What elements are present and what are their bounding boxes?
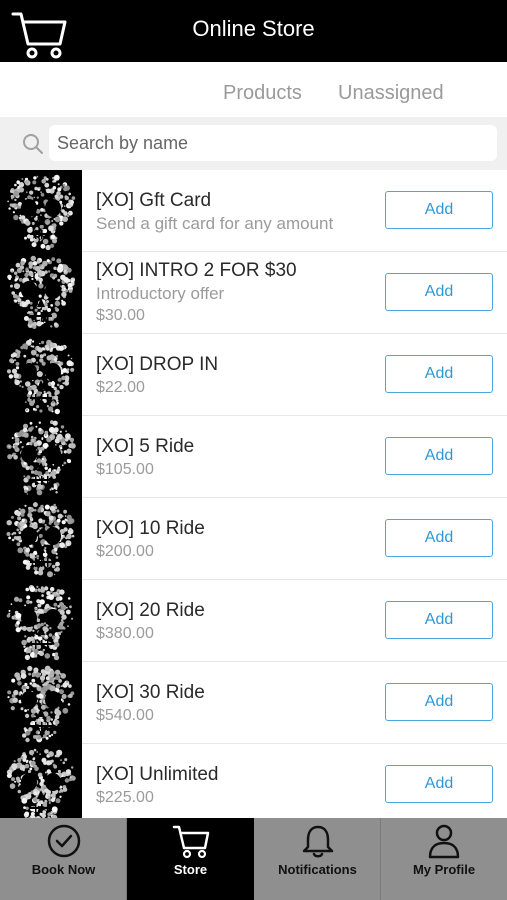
- add-button[interactable]: Add: [385, 437, 493, 475]
- add-button[interactable]: Add: [385, 273, 493, 311]
- tab-notifications[interactable]: Notifications: [254, 818, 381, 900]
- search-bar: [0, 117, 507, 170]
- check-circle-icon: [47, 824, 80, 858]
- product-list: [XO] Gft Card Send a gift card for any am…: [0, 170, 507, 826]
- page-title: Online Store: [192, 16, 315, 41]
- product-subtitle: Introductory offer: [96, 284, 225, 303]
- product-price: $380.00: [96, 625, 154, 642]
- tab-notifications-label: Notifications: [278, 862, 357, 877]
- tab-store-label: Store: [173, 862, 208, 877]
- product-info: [XO] 10 Ride $200.00: [96, 517, 376, 563]
- product-thumbnail: [0, 662, 82, 744]
- tab-store[interactable]: Store: [127, 818, 254, 900]
- tab-book-now-label: Book Now: [31, 862, 96, 877]
- product-name: [XO] Unlimited: [96, 764, 219, 785]
- app-header: Online Store: [0, 0, 507, 62]
- product-info: [XO] DROP IN $22.00: [96, 353, 376, 399]
- add-button[interactable]: Add: [385, 683, 493, 721]
- product-row[interactable]: [XO] 20 Ride $380.00 Add: [0, 580, 507, 662]
- product-row[interactable]: [XO] Unlimited $225.00 Add: [0, 744, 507, 826]
- skull-image: [6, 585, 74, 661]
- add-button[interactable]: Add: [385, 601, 493, 639]
- skull-image: [6, 502, 75, 578]
- product-row[interactable]: [XO] INTRO 2 FOR $30 Introductory offer $3…: [0, 252, 507, 334]
- skull-image: [7, 174, 76, 251]
- product-thumbnail: [0, 252, 82, 334]
- product-row[interactable]: [XO] Gft Card Send a gift card for any am…: [0, 170, 507, 252]
- product-price: $30.00: [96, 307, 145, 324]
- product-info: [XO] INTRO 2 FOR $30 Introductory offer $3…: [96, 259, 376, 327]
- tab-unassigned[interactable]: Unassigned: [338, 82, 444, 105]
- product-row[interactable]: [XO] 30 Ride $540.00 Add: [0, 662, 507, 744]
- product-name: [XO] 20 Ride: [96, 600, 205, 621]
- skull-image: [7, 665, 75, 743]
- product-name: [XO] 10 Ride: [96, 518, 205, 539]
- tab-my-profile[interactable]: My Profile: [381, 818, 507, 900]
- tab-book-now[interactable]: Book Now: [0, 818, 127, 900]
- product-info: [XO] Unlimited $225.00: [96, 763, 376, 809]
- skull-image: [6, 748, 76, 824]
- product-price: $105.00: [96, 461, 154, 478]
- tab-strip: Products Unassigned: [0, 62, 507, 117]
- add-button[interactable]: Add: [385, 355, 493, 393]
- product-thumbnail: [0, 170, 82, 252]
- add-button[interactable]: Add: [385, 519, 493, 557]
- add-button[interactable]: Add: [385, 191, 493, 229]
- product-row[interactable]: [XO] 10 Ride $200.00 Add: [0, 498, 507, 580]
- product-thumbnail: [0, 416, 82, 498]
- product-price: $225.00: [96, 789, 154, 806]
- product-price: $22.00: [96, 379, 145, 396]
- product-thumbnail: [0, 334, 82, 416]
- skull-image: [6, 420, 76, 496]
- product-thumbnail: [0, 744, 82, 826]
- tab-my-profile-label: My Profile: [412, 862, 476, 877]
- bell-icon: [302, 825, 333, 858]
- product-row[interactable]: [XO] DROP IN $22.00 Add: [0, 334, 507, 416]
- product-thumbnail: [0, 580, 82, 662]
- product-name: [XO] 5 Ride: [96, 436, 195, 457]
- search-input[interactable]: [49, 125, 497, 161]
- product-name: [XO] Gft Card: [96, 190, 212, 211]
- cart-icon: [172, 825, 209, 859]
- search-icon: [23, 134, 43, 154]
- product-info: [XO] 30 Ride $540.00: [96, 681, 376, 727]
- product-info: [XO] Gft Card Send a gift card for any am…: [96, 189, 376, 235]
- bottom-tab-bar: Book Now Store Notifications My Profile: [0, 818, 507, 900]
- add-button[interactable]: Add: [385, 765, 493, 803]
- skull-image: [7, 255, 76, 329]
- product-price: $200.00: [96, 543, 154, 560]
- product-info: [XO] 5 Ride $105.00: [96, 435, 376, 481]
- product-subtitle: Send a gift card for any amount: [96, 214, 334, 233]
- product-name: [XO] DROP IN: [96, 354, 219, 375]
- product-info: [XO] 20 Ride $380.00: [96, 599, 376, 645]
- product-name: [XO] INTRO 2 FOR $30: [96, 260, 297, 281]
- product-price: $540.00: [96, 707, 154, 724]
- skull-image: [6, 338, 75, 415]
- tab-products[interactable]: Products: [223, 82, 302, 105]
- product-row[interactable]: [XO] 5 Ride $105.00 Add: [0, 416, 507, 498]
- product-name: [XO] 30 Ride: [96, 682, 205, 703]
- person-icon: [428, 824, 460, 859]
- product-thumbnail: [0, 498, 82, 580]
